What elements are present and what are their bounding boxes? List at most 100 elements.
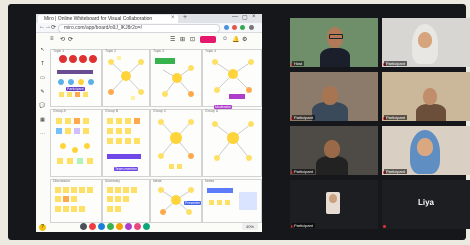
avatar[interactable] [89,223,96,230]
board-frame[interactable]: Topic 3 [150,49,202,107]
url-text: miro.com/app/board/o9J_lKJ8r2o=/ [64,25,142,31]
frame-title: Group B [105,109,119,113]
avatar[interactable] [107,223,114,230]
frame-title: Summary [105,179,120,183]
participant-name: Participant [384,61,407,66]
mind-map [212,59,254,99]
mind-map [155,58,194,97]
board-frame[interactable]: Group C [150,109,202,177]
board-frame[interactable]: Topic 4 [202,49,262,107]
frame-title: Discussion [53,179,70,183]
extension-icon[interactable] [232,25,237,30]
bell-icon[interactable]: 🔔 [232,36,239,43]
select-icon[interactable]: ↖ [39,47,46,53]
menu-icon[interactable]: ≡ [50,36,54,42]
sticky-notes [55,187,93,212]
person [329,194,337,203]
avatar[interactable] [98,223,105,230]
avatar-name-text: Liya [417,198,434,207]
video-tile[interactable]: Participant [382,72,470,121]
video-tile[interactable]: Participant [290,180,378,229]
comment-icon[interactable]: 💬 [39,103,46,109]
maximize-icon[interactable]: ▢ [242,14,248,21]
new-tab-button[interactable]: + [183,14,187,21]
glasses [329,34,343,39]
mind-map [108,56,144,100]
redo-icon[interactable]: ⟳ [68,36,73,43]
gear-icon[interactable]: ⚙ [242,36,247,43]
video-tile[interactable]: Participant [382,126,470,175]
extension-icon[interactable] [224,25,229,30]
close-window-icon[interactable]: × [252,14,256,20]
frame-title: Topic 4 [205,49,217,53]
board-frame[interactable]: Topic 2 [102,49,150,107]
frame-title: Group A [53,109,66,113]
list-icon[interactable]: ☰ [170,36,175,43]
board-frame[interactable]: Group D [202,109,262,177]
zoom-level[interactable]: 40% [242,223,258,230]
frame-title: Topic 2 [105,49,117,53]
notes-area [207,188,257,210]
board-toolbar: ≡ ⟲ ⟳ ☰ ⊞ ⊡ ☺ 🔔 ⚙ [50,36,260,44]
pen-icon[interactable]: ✎ [39,89,46,95]
tab-bar: Miro | Online Whiteboard for Visual Coll… [36,14,262,23]
participant-name: Host [292,61,305,66]
url-input[interactable]: miro.com/app/board/o9J_lKJ8r2o=/ [58,24,220,33]
monitor-screen: Miro | Online Whiteboard for Visual Coll… [8,4,470,240]
person [322,86,338,105]
board-frame[interactable]: Discussion [50,179,102,223]
bottom-toolbar [80,223,200,232]
person [416,104,446,121]
person [320,48,350,67]
participant-name: Participant [384,169,407,174]
undo-icon[interactable]: ⟲ [60,36,65,43]
cursor-label: Team member [114,167,139,171]
frame-icon[interactable]: ⊡ [190,36,195,43]
cursor-label: Moderator [214,105,232,109]
reload-icon[interactable]: ⟳ [51,24,56,31]
cursor-label: Presenter [184,201,202,205]
avatar[interactable] [143,223,150,230]
mic-off-icon [383,225,386,228]
video-tile[interactable]: Liya [382,180,470,229]
video-tile[interactable]: Participant [290,126,378,175]
grid-icon[interactable]: ⊞ [180,36,185,43]
frame-title: Notes [205,179,215,183]
reaction-icon[interactable]: ☺ [222,36,228,42]
board-frame[interactable]: Notes [202,179,262,223]
frame-tool-icon[interactable]: ▦ [39,117,46,123]
avatar[interactable] [80,223,87,230]
board-frame[interactable]: Group A [50,109,102,177]
avatar[interactable] [134,223,141,230]
help-button[interactable]: ? [39,224,46,231]
frame-title: Topic 1 [53,49,65,53]
frame-title: Group C [153,109,167,113]
extension-icon[interactable] [240,25,245,30]
avatar[interactable] [116,223,123,230]
avatar[interactable] [125,223,132,230]
tool-palette: ↖ T ▭ ✎ 💬 ▦ ⋯ [39,47,46,197]
whiteboard-canvas[interactable]: ≡ ⟲ ⟳ ☰ ⊞ ⊡ ☺ 🔔 ⚙ ↖ T ▭ ✎ 💬 ▦ ⋯ Topic 1 … [36,33,262,232]
mind-map [212,121,254,161]
mind-map [158,119,194,169]
browser-tab[interactable]: Miro | Online Whiteboard for Visual Coll… [38,15,178,23]
text-icon[interactable]: T [39,61,46,67]
board-frame[interactable]: Summary [102,179,150,223]
menu-icon[interactable] [249,25,254,30]
tab-title: Miro | Online Whiteboard for Visual Coll… [44,16,153,22]
close-icon[interactable]: × [171,15,175,21]
share-button[interactable] [200,36,216,43]
video-gallery: Host Participant Participant Participant… [290,18,470,234]
shape-icon[interactable]: ▭ [39,75,46,81]
minimize-icon[interactable]: — [232,14,238,20]
board-frame[interactable]: Topic 1 [50,49,102,107]
video-tile[interactable]: Host [290,18,378,67]
video-tile[interactable]: Participant [290,72,378,121]
browser-window: Miro | Online Whiteboard for Visual Coll… [36,14,262,232]
address-bar: ← → ⟳ miro.com/app/board/o9J_lKJ8r2o=/ [36,23,262,33]
cursor-label: Participant [66,87,85,91]
person [418,32,432,48]
video-tile[interactable]: Participant [382,18,470,67]
more-tools-icon[interactable]: ⋯ [39,131,46,137]
frame-title: Ideas [153,179,162,183]
